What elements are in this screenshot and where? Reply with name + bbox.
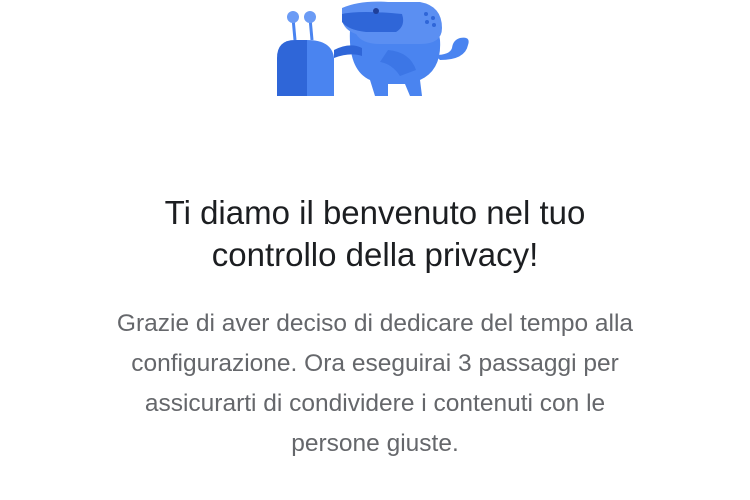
welcome-title: Ti diamo il benvenuto nel tuo controllo … [0, 192, 750, 276]
privacy-mascot-illustration [277, 1, 469, 96]
freckle-dot [424, 12, 428, 16]
lock-body-right [307, 40, 334, 96]
privacy-checkup-welcome-screen: Ti diamo il benvenuto nel tuo controllo … [0, 0, 750, 500]
freckle-dot [431, 16, 435, 20]
welcome-description-line: Grazie di aver deciso di dedicare del te… [116, 310, 634, 337]
lock-body-left [277, 40, 307, 96]
mascot-eye [373, 8, 379, 14]
antenna-right-tip [304, 11, 316, 23]
welcome-description-line: assicurarti di condividere i contenuti c… [144, 390, 606, 417]
welcome-title-line: Ti diamo il benvenuto nel tuo [164, 194, 586, 231]
freckle-dot [432, 23, 436, 27]
antenna-left-tip [287, 11, 299, 23]
welcome-description-line: configurazione. Ora eseguirai 3 passaggi… [131, 350, 619, 377]
welcome-title-line: controllo della privacy! [211, 236, 539, 273]
welcome-description: Grazie di aver deciso di dedicare del te… [0, 304, 750, 464]
welcome-description-line: persone giuste. [291, 430, 459, 457]
freckle-dot [425, 20, 429, 24]
